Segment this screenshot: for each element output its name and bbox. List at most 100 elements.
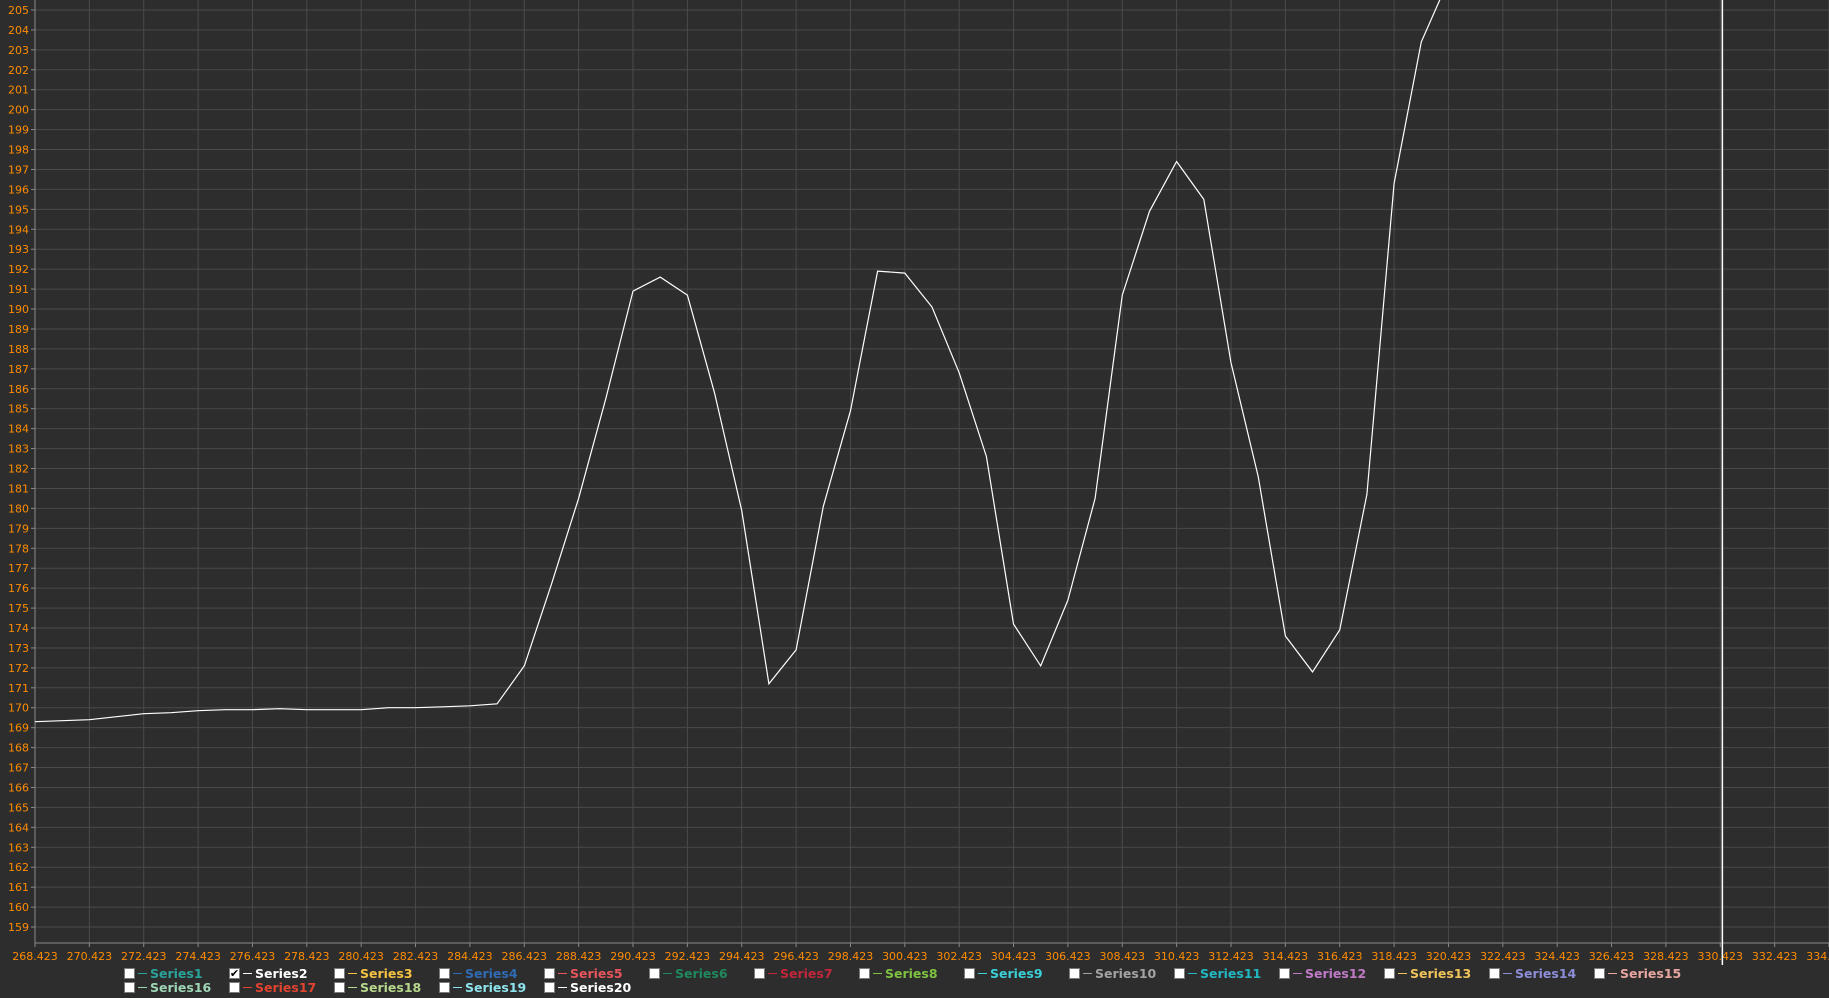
legend-item-series15[interactable]: Series15 — [1594, 966, 1681, 981]
x-tick-label: 328.423 — [1643, 950, 1689, 963]
y-tick-label: 199 — [8, 124, 29, 137]
legend-checkbox[interactable] — [1279, 967, 1290, 979]
y-tick-label: 177 — [8, 562, 29, 575]
y-tick-label: 166 — [8, 781, 29, 794]
legend-row-2: Series16 Series17 Series18 Series19 Series20 — [124, 979, 1824, 995]
legend-checkbox[interactable] — [544, 967, 555, 979]
y-tick-label: 171 — [8, 682, 29, 695]
legend-label: Series18 — [360, 979, 422, 995]
y-tick-label: 167 — [8, 762, 29, 775]
legend-item-series6[interactable]: Series6 — [649, 965, 728, 981]
y-tick-label: 159 — [8, 921, 29, 934]
legend-swatch — [1083, 972, 1092, 974]
legend-label: Series9 — [990, 965, 1043, 981]
legend-label: Series16 — [150, 979, 212, 995]
y-tick-label: 181 — [8, 482, 29, 495]
y-tick-label: 173 — [8, 642, 29, 655]
legend-item-series8[interactable]: Series8 — [859, 966, 938, 981]
legend-checkbox[interactable] — [1384, 967, 1395, 979]
y-tick-label: 188 — [8, 343, 29, 356]
legend-item-series7[interactable]: Series7 — [754, 966, 833, 981]
y-tick-label: 187 — [8, 363, 29, 376]
legend-checkbox[interactable] — [334, 967, 345, 979]
y-tick-label: 180 — [8, 502, 29, 515]
legend-item-series20[interactable]: Series20 — [544, 980, 631, 995]
x-tick-label: 316.423 — [1317, 950, 1363, 963]
x-tick-label: 302.423 — [936, 950, 982, 963]
y-tick-label: 202 — [8, 64, 29, 77]
y-tick-label: 191 — [8, 283, 29, 296]
legend-checkbox[interactable] — [439, 981, 450, 993]
legend-checkbox[interactable] — [1069, 967, 1080, 979]
legend-item-series5[interactable]: Series5 — [544, 966, 623, 981]
x-tick-label: 334.423 — [1806, 950, 1829, 963]
legend-label: Series13 — [1410, 965, 1472, 981]
legend-swatch — [1503, 972, 1512, 974]
y-tick-label: 184 — [8, 423, 29, 436]
x-tick-label: 272.423 — [121, 950, 167, 963]
y-tick-label: 201 — [8, 84, 29, 97]
x-tick-label: 274.423 — [175, 950, 221, 963]
legend-label: Series17 — [255, 979, 317, 995]
x-tick-label: 304.423 — [991, 950, 1037, 963]
legend-label: Series19 — [465, 979, 527, 995]
legend-checkbox[interactable] — [964, 967, 975, 979]
legend-swatch — [243, 986, 252, 988]
legend-swatch — [243, 972, 252, 974]
legend-checkbox-checked[interactable]: ✔ — [229, 967, 240, 979]
legend-checkbox[interactable] — [649, 967, 660, 979]
legend-item-series18[interactable]: Series18 — [334, 979, 422, 995]
y-tick-label: 172 — [8, 662, 29, 675]
legend-item-series19[interactable]: Series19 — [439, 979, 527, 995]
y-tick-label: 200 — [8, 104, 29, 117]
x-tick-label: 296.423 — [773, 950, 819, 963]
legend-swatch — [453, 986, 462, 988]
legend-swatch — [138, 986, 147, 988]
y-tick-label: 190 — [8, 303, 29, 316]
legend-checkbox[interactable] — [1174, 967, 1185, 979]
y-tick-label: 185 — [8, 403, 29, 416]
legend-label: Series4 — [465, 965, 518, 981]
x-tick-label: 292.423 — [665, 950, 711, 963]
legend-item-series14[interactable]: Series14 — [1489, 966, 1576, 981]
legend-item-series2[interactable]: ✔ Series2 — [229, 966, 308, 981]
legend-label: Series12 — [1305, 965, 1367, 981]
legend-swatch — [348, 972, 357, 974]
y-tick-label: 192 — [8, 263, 29, 276]
legend-checkbox[interactable] — [754, 967, 765, 979]
legend-swatch — [1293, 972, 1302, 974]
legend-checkbox[interactable] — [124, 981, 135, 993]
line-chart: 159 160 161 162 163 164 165 166 167 168 169 170 171 1… — [8, 0, 1829, 965]
x-tick-label: 284.423 — [447, 950, 493, 963]
x-tick-label: 308.423 — [1100, 950, 1146, 963]
legend-swatch — [768, 972, 777, 974]
x-tick-label: 310.423 — [1154, 950, 1200, 963]
x-tick-label: 326.423 — [1589, 950, 1635, 963]
legend-item-series1[interactable]: Series1 — [124, 966, 203, 981]
x-tick-label: 278.423 — [284, 950, 330, 963]
x-tick-label: 268.423 — [12, 950, 58, 963]
legend-checkbox[interactable] — [439, 967, 450, 979]
legend-checkbox[interactable] — [859, 967, 870, 979]
y-tick-label: 176 — [8, 582, 29, 595]
x-tick-label: 314.423 — [1263, 950, 1309, 963]
legend-checkbox[interactable] — [334, 981, 345, 993]
legend-item-series3[interactable]: Series3 — [334, 965, 413, 981]
legend-item-series16[interactable]: Series16 — [124, 979, 212, 995]
legend-item-series17[interactable]: Series17 — [229, 979, 317, 995]
legend-item-series4[interactable]: Series4 — [439, 965, 518, 981]
legend-item-series11[interactable]: Series11 — [1174, 966, 1261, 981]
legend-checkbox[interactable] — [544, 981, 555, 993]
legend-checkbox[interactable] — [229, 981, 240, 993]
legend-checkbox[interactable] — [1489, 967, 1500, 979]
legend-item-series9[interactable]: Series9 — [964, 965, 1043, 981]
legend-swatch — [348, 986, 357, 988]
legend-label: Series3 — [360, 965, 413, 981]
legend-item-series13[interactable]: Series13 — [1384, 965, 1472, 981]
legend-label: Series6 — [675, 965, 728, 981]
x-tick-label: 324.423 — [1534, 950, 1580, 963]
legend-checkbox[interactable] — [1594, 967, 1605, 979]
legend-item-series12[interactable]: Series12 — [1279, 965, 1367, 981]
legend-checkbox[interactable] — [124, 967, 135, 979]
legend-item-series10[interactable]: Series10 — [1069, 966, 1156, 981]
